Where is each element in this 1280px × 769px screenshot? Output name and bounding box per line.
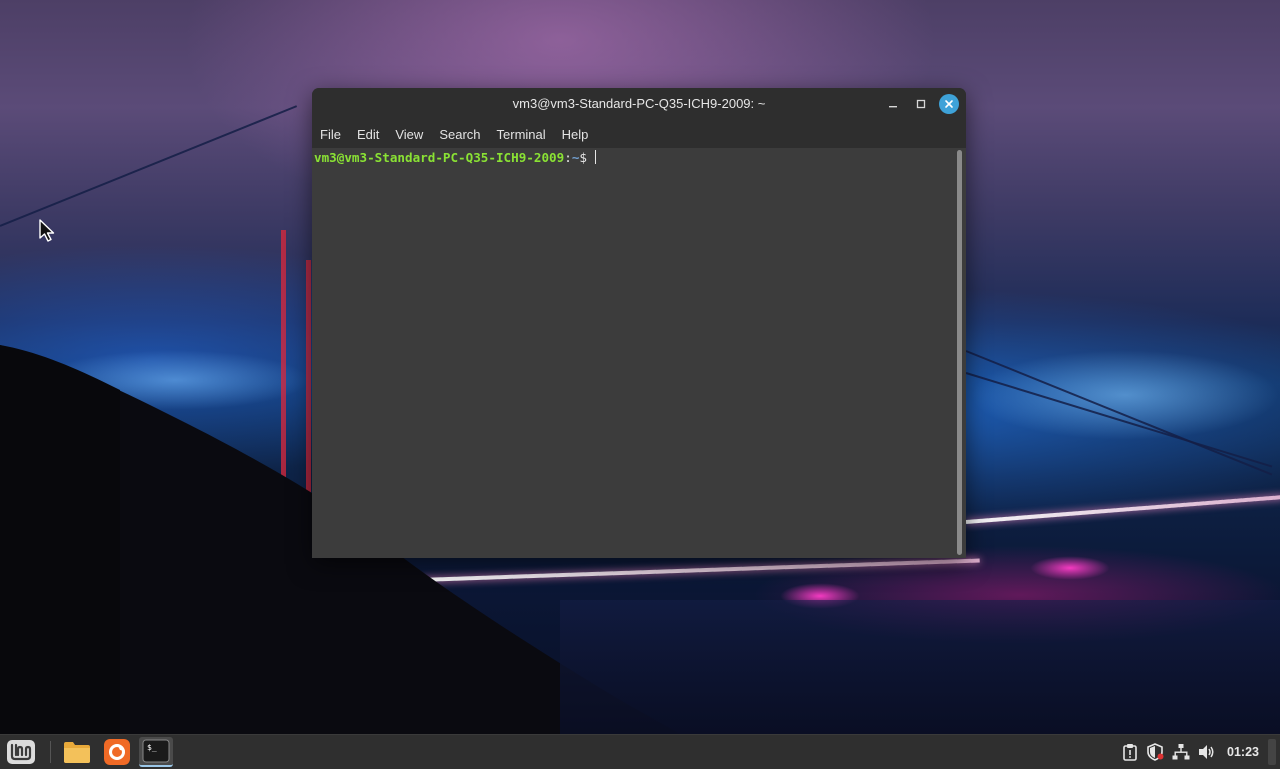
clipboard-icon	[1123, 744, 1137, 761]
taskbar: $_ 01:23	[0, 734, 1280, 769]
close-icon	[945, 100, 953, 108]
shell-prompt: vm3@vm3-Standard-PC-Q35-ICH9-2009:~$	[314, 150, 596, 166]
mint-menu-button[interactable]	[4, 737, 38, 767]
show-desktop-button[interactable]	[1268, 739, 1276, 765]
svg-text:$_: $_	[147, 743, 157, 752]
terminal-window[interactable]: vm3@vm3-Standard-PC-Q35-ICH9-2009: ~ Fil…	[312, 88, 966, 558]
maximize-button[interactable]	[912, 95, 930, 113]
minimize-icon	[889, 106, 897, 108]
update-manager-tray[interactable]	[1145, 742, 1165, 762]
firefox-launcher[interactable]	[100, 737, 134, 767]
prompt-symbol: $	[579, 150, 595, 165]
water	[560, 600, 1280, 734]
clock[interactable]: 01:23	[1222, 735, 1264, 769]
network-tray[interactable]	[1171, 742, 1191, 762]
files-launcher[interactable]	[60, 737, 94, 767]
terminal-icon: $_	[142, 739, 170, 763]
minimize-button[interactable]	[884, 95, 902, 113]
clipboard-tray[interactable]	[1120, 742, 1140, 762]
mint-logo-icon	[7, 740, 35, 764]
menu-terminal[interactable]: Terminal	[492, 123, 554, 146]
network-icon	[1172, 744, 1190, 760]
shield-icon	[1147, 743, 1164, 761]
menu-file[interactable]: File	[315, 123, 349, 146]
folder-icon	[64, 742, 90, 763]
menubar: File Edit View Search Terminal Help	[312, 120, 966, 148]
volume-icon	[1199, 745, 1214, 759]
maximize-icon	[916, 99, 926, 109]
text-cursor	[594, 150, 596, 164]
terminal-output-area[interactable]: vm3@vm3-Standard-PC-Q35-ICH9-2009:~$	[312, 148, 966, 558]
taskbar-separator	[50, 741, 51, 763]
prompt-separator: :	[564, 150, 572, 165]
menu-help[interactable]: Help	[557, 123, 597, 146]
scrollbar[interactable]	[957, 150, 962, 555]
terminal-taskbar-button[interactable]: $_	[139, 737, 173, 767]
volume-tray[interactable]	[1197, 742, 1217, 762]
window-titlebar[interactable]: vm3@vm3-Standard-PC-Q35-ICH9-2009: ~	[312, 88, 966, 120]
menu-search[interactable]: Search	[434, 123, 488, 146]
prompt-user-host: vm3@vm3-Standard-PC-Q35-ICH9-2009	[314, 150, 565, 165]
close-button[interactable]	[939, 94, 959, 114]
firefox-icon	[104, 739, 130, 765]
mouse-pointer-icon	[39, 219, 55, 242]
menu-edit[interactable]: Edit	[352, 123, 387, 146]
window-title: vm3@vm3-Standard-PC-Q35-ICH9-2009: ~	[512, 96, 766, 111]
menu-view[interactable]: View	[390, 123, 431, 146]
